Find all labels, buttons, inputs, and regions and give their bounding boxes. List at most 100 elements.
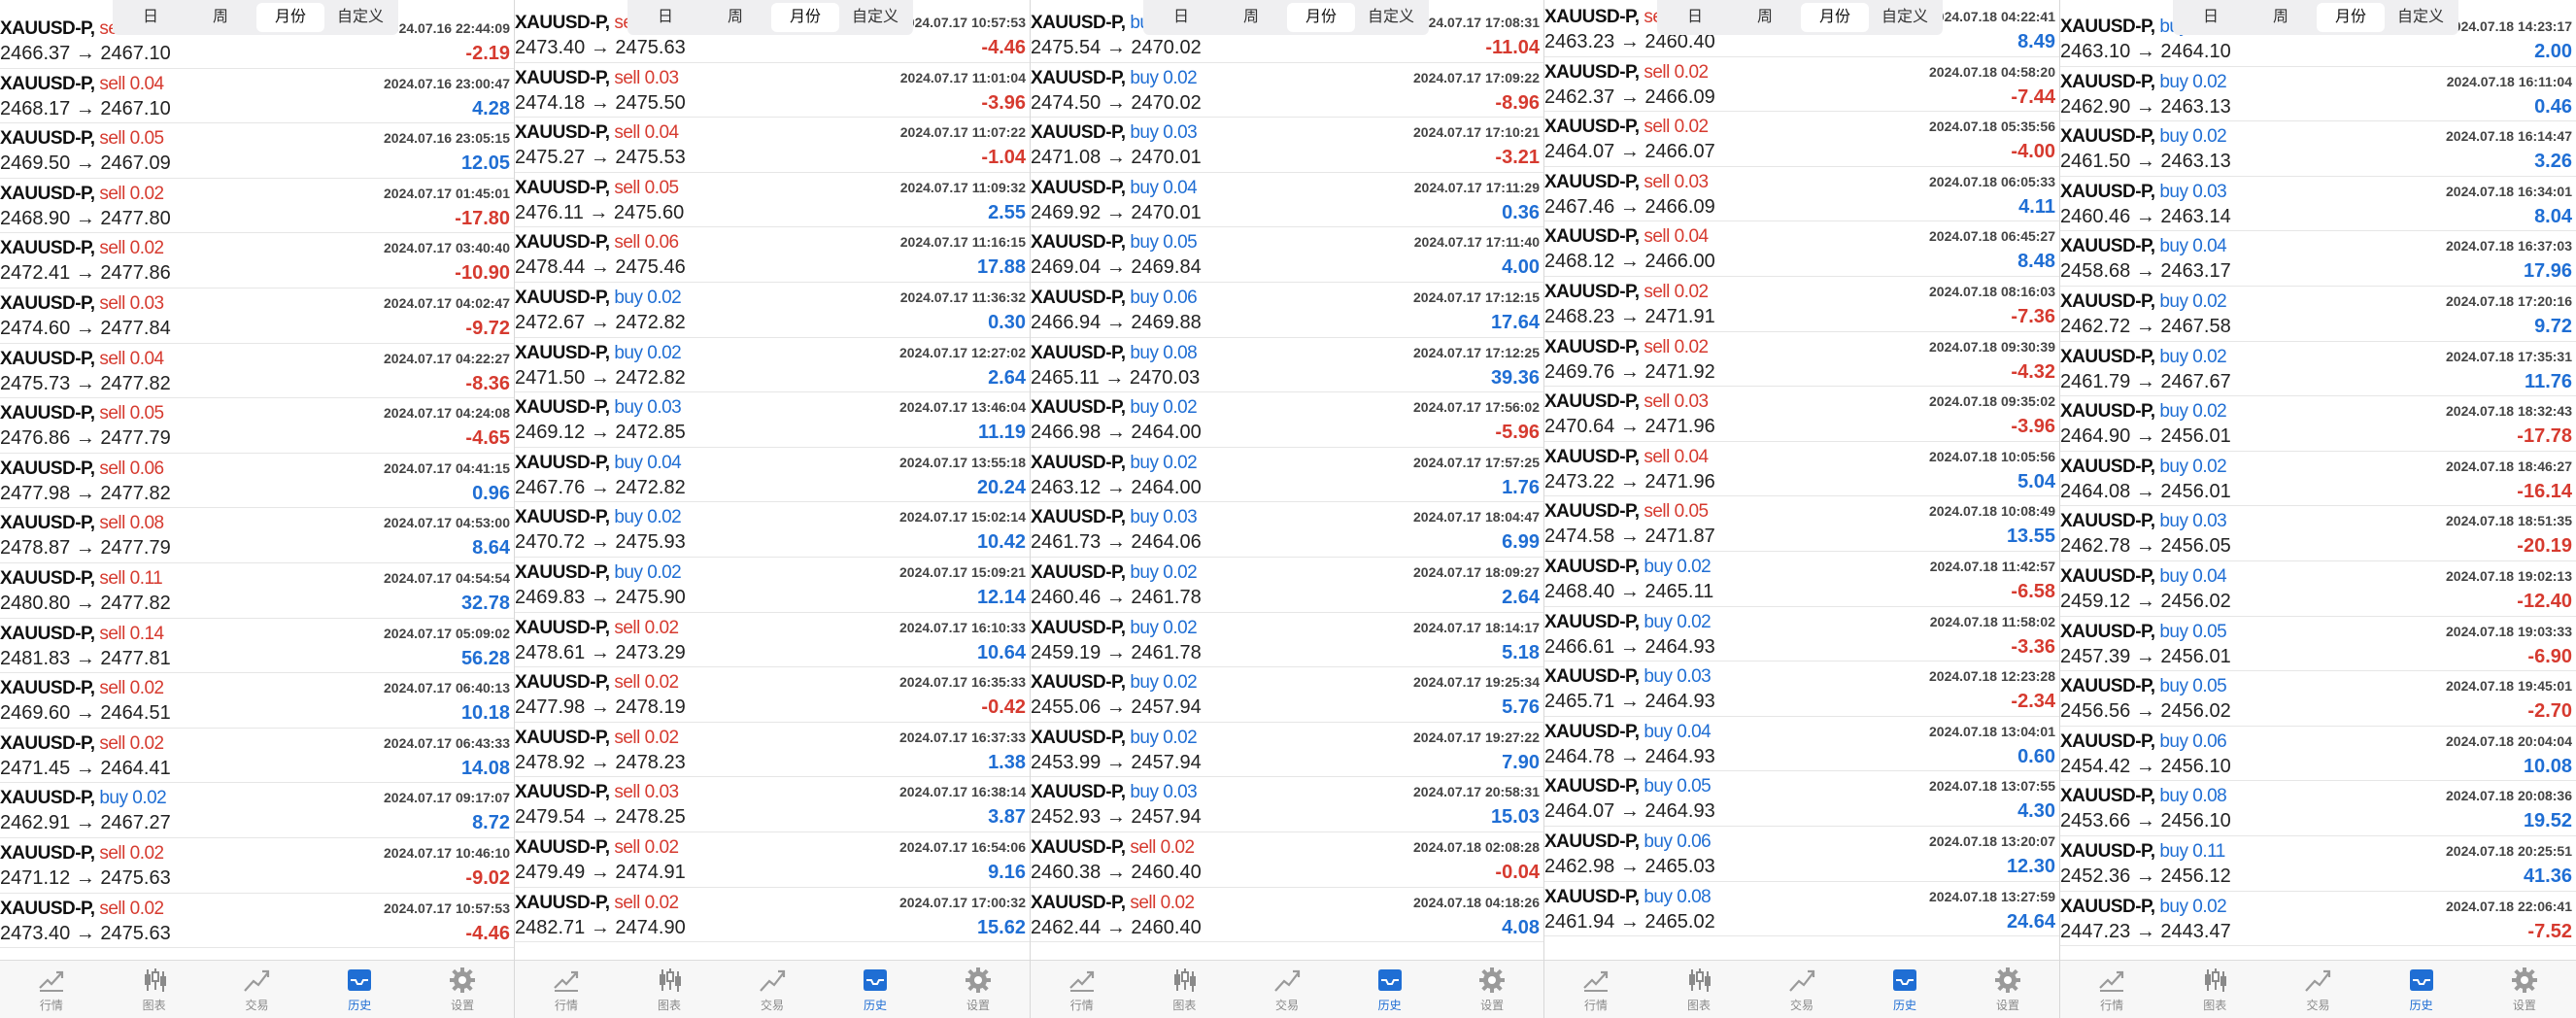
deal-row[interactable]: XAUUSD-P, sell 0.04 2468.12 → 2466.00 2024… (1544, 221, 2059, 277)
deal-row[interactable]: XAUUSD-P, buy 0.02 2462.90 → 2463.13 2024.… (2060, 67, 2576, 122)
deal-row[interactable]: XAUUSD-P, sell 0.06 2478.44 → 2475.46 2024… (515, 227, 1030, 283)
deal-row[interactable]: XAUUSD-P, sell 0.02 2462.37 → 2466.09 2024… (1544, 57, 2059, 113)
period-tab[interactable]: 月份 (1287, 3, 1355, 32)
deal-row[interactable]: XAUUSD-P, buy 0.02 2461.79 → 2467.67 2024.… (2060, 342, 2576, 397)
deal-row[interactable]: XAUUSD-P, sell 0.03 2474.60 → 2477.84 2024… (0, 288, 514, 344)
period-tab[interactable]: 周 (701, 3, 769, 32)
period-tab[interactable]: 周 (1217, 3, 1285, 32)
deal-row[interactable]: XAUUSD-P, sell 0.05 2476.11 → 2475.60 2024… (515, 173, 1030, 228)
nav-item[interactable]: 图表 (2171, 961, 2258, 1018)
deal-list[interactable]: XAUUSD-P, sell 0.03 2466.37 → 2467.10 2024… (0, 0, 514, 960)
deal-row[interactable]: XAUUSD-P, sell 0.03 2479.54 → 2478.25 2024… (515, 777, 1030, 832)
period-tab[interactable]: 日 (1147, 3, 1215, 32)
deal-row[interactable]: XAUUSD-P, sell 0.02 2468.90 → 2477.80 2024… (0, 179, 514, 234)
deal-row[interactable]: XAUUSD-P, buy 0.03 2469.12 → 2472.85 2024.… (515, 392, 1030, 448)
deal-row[interactable]: XAUUSD-P, buy 0.02 2466.61 → 2464.93 2024.… (1544, 607, 2059, 662)
deal-row[interactable]: XAUUSD-P, buy 0.02 2466.98 → 2464.00 2024.… (1031, 392, 1543, 448)
period-tab[interactable]: 日 (117, 3, 185, 32)
period-tab[interactable]: 日 (1661, 3, 1729, 32)
deal-row[interactable]: XAUUSD-P, sell 0.08 2478.87 → 2477.79 2024… (0, 508, 514, 563)
nav-item[interactable]: 行情 (8, 961, 95, 1018)
deal-row[interactable]: XAUUSD-P, buy 0.03 2461.73 → 2464.06 2024.… (1031, 502, 1543, 558)
deal-row[interactable]: XAUUSD-P, buy 0.02 2453.99 → 2457.94 2024.… (1031, 723, 1543, 778)
deal-row[interactable]: XAUUSD-P, buy 0.03 2465.71 → 2464.93 2024.… (1544, 662, 2059, 717)
nav-item[interactable]: 设置 (419, 961, 506, 1018)
deal-row[interactable]: XAUUSD-P, buy 0.04 2469.92 → 2470.01 2024.… (1031, 173, 1543, 228)
deal-row[interactable]: XAUUSD-P, sell 0.11 2480.80 → 2477.82 2024… (0, 563, 514, 619)
period-tab[interactable]: 日 (2177, 3, 2245, 32)
nav-item[interactable]: 交易 (729, 961, 816, 1018)
nav-item[interactable]: 设置 (1964, 961, 2051, 1018)
deal-row[interactable]: XAUUSD-P, buy 0.04 2459.12 → 2456.02 2024.… (2060, 561, 2576, 617)
deal-row[interactable]: XAUUSD-P, sell 0.02 2469.60 → 2464.51 2024… (0, 673, 514, 729)
deal-row[interactable]: XAUUSD-P, buy 0.11 2452.36 → 2456.12 2024.… (2060, 836, 2576, 892)
deal-row[interactable]: XAUUSD-P, buy 0.06 2462.98 → 2465.03 2024.… (1544, 827, 2059, 882)
deal-row[interactable]: XAUUSD-P, buy 0.05 2456.56 → 2456.02 2024.… (2060, 671, 2576, 727)
deal-row[interactable]: XAUUSD-P, buy 0.03 2452.93 → 2457.94 2024.… (1031, 777, 1543, 832)
deal-row[interactable]: XAUUSD-P, sell 0.02 2472.41 → 2477.86 2024… (0, 233, 514, 288)
deal-row[interactable]: XAUUSD-P, buy 0.02 2470.72 → 2475.93 2024.… (515, 502, 1030, 558)
deal-row[interactable]: XAUUSD-P, sell 0.02 2468.23 → 2471.91 2024… (1544, 277, 2059, 332)
period-tab[interactable]: 自定义 (1871, 3, 1939, 32)
deal-row[interactable]: XAUUSD-P, sell 0.02 2460.38 → 2460.40 2024… (1031, 832, 1543, 888)
deal-row[interactable]: XAUUSD-P, buy 0.03 2471.08 → 2470.01 2024.… (1031, 118, 1543, 173)
deal-row[interactable]: XAUUSD-P, sell 0.02 2469.76 → 2471.92 2024… (1544, 332, 2059, 388)
deal-row[interactable]: XAUUSD-P, sell 0.06 2477.98 → 2477.82 2024… (0, 454, 514, 509)
period-tab[interactable]: 日 (631, 3, 699, 32)
nav-item[interactable]: 交易 (213, 961, 300, 1018)
deal-row[interactable]: XAUUSD-P, buy 0.06 2454.42 → 2456.10 2024.… (2060, 727, 2576, 782)
deal-list[interactable]: XAUUSD-P, sell 0.02 2473.40 → 2475.63 2024… (515, 0, 1030, 960)
period-tab[interactable]: 自定义 (1357, 3, 1425, 32)
nav-item[interactable]: 图表 (1655, 961, 1743, 1018)
deal-row[interactable]: XAUUSD-P, sell 0.04 2468.17 → 2467.10 2024… (0, 69, 514, 124)
deal-row[interactable]: XAUUSD-P, buy 0.08 2461.94 → 2465.02 2024.… (1544, 882, 2059, 937)
deal-row[interactable]: XAUUSD-P, buy 0.02 2462.72 → 2467.58 2024.… (2060, 287, 2576, 342)
deal-row[interactable]: XAUUSD-P, sell 0.02 2478.61 → 2473.29 2024… (515, 613, 1030, 668)
deal-row[interactable]: XAUUSD-P, sell 0.05 2469.50 → 2467.09 2024… (0, 123, 514, 179)
deal-row[interactable]: XAUUSD-P, buy 0.02 2460.46 → 2461.78 2024.… (1031, 558, 1543, 613)
deal-row[interactable]: XAUUSD-P, buy 0.05 2464.07 → 2464.93 2024.… (1544, 771, 2059, 827)
nav-item[interactable]: 历史 (2378, 961, 2465, 1018)
deal-row[interactable]: XAUUSD-P, buy 0.04 2458.68 → 2463.17 2024.… (2060, 231, 2576, 287)
deal-row[interactable]: XAUUSD-P, buy 0.08 2465.11 → 2470.03 2024.… (1031, 338, 1543, 393)
deal-row[interactable]: XAUUSD-P, buy 0.02 2469.83 → 2475.90 2024.… (515, 558, 1030, 613)
deal-row[interactable]: XAUUSD-P, buy 0.03 2462.78 → 2456.05 2024.… (2060, 506, 2576, 561)
deal-row[interactable]: XAUUSD-P, sell 0.02 2478.92 → 2478.23 2024… (515, 723, 1030, 778)
deal-row[interactable]: XAUUSD-P, buy 0.02 2472.67 → 2472.82 2024.… (515, 283, 1030, 338)
deal-row[interactable]: XAUUSD-P, buy 0.02 2459.19 → 2461.78 2024.… (1031, 613, 1543, 668)
nav-item[interactable]: 图表 (1140, 961, 1228, 1018)
deal-row[interactable]: XAUUSD-P, sell 0.05 2474.58 → 2471.87 2024… (1544, 496, 2059, 552)
nav-item[interactable]: 设置 (934, 961, 1022, 1018)
nav-item[interactable]: 行情 (1038, 961, 1126, 1018)
period-tab[interactable]: 自定义 (2387, 3, 2455, 32)
nav-item[interactable]: 图表 (111, 961, 198, 1018)
deal-row[interactable]: XAUUSD-P, sell 0.04 2475.27 → 2475.53 2024… (515, 118, 1030, 173)
deal-row[interactable]: XAUUSD-P, sell 0.04 2473.22 → 2471.96 2024… (1544, 442, 2059, 497)
deal-row[interactable]: XAUUSD-P, sell 0.03 2470.64 → 2471.96 2024… (1544, 387, 2059, 442)
period-tab[interactable]: 自定义 (841, 3, 909, 32)
deal-row[interactable]: XAUUSD-P, buy 0.05 2469.04 → 2469.84 2024.… (1031, 227, 1543, 283)
deal-row[interactable]: XAUUSD-P, sell 0.14 2481.83 → 2477.81 2024… (0, 619, 514, 674)
nav-item[interactable]: 设置 (2481, 961, 2568, 1018)
period-tab[interactable]: 周 (1731, 3, 1799, 32)
deal-row[interactable]: XAUUSD-P, sell 0.03 2474.18 → 2475.50 2024… (515, 63, 1030, 119)
deal-row[interactable]: XAUUSD-P, buy 0.02 2468.40 → 2465.11 2024.… (1544, 552, 2059, 607)
deal-row[interactable]: XAUUSD-P, sell 0.04 2475.73 → 2477.82 2024… (0, 344, 514, 399)
nav-item[interactable]: 交易 (2274, 961, 2361, 1018)
deal-row[interactable]: XAUUSD-P, buy 0.02 2471.50 → 2472.82 2024.… (515, 338, 1030, 393)
deal-row[interactable]: XAUUSD-P, sell 0.02 2471.12 → 2475.63 2024… (0, 838, 514, 894)
period-tab[interactable]: 周 (186, 3, 254, 32)
nav-item[interactable]: 交易 (1758, 961, 1846, 1018)
deal-row[interactable]: XAUUSD-P, buy 0.02 2455.06 → 2457.94 2024.… (1031, 667, 1543, 723)
nav-item[interactable]: 行情 (2068, 961, 2155, 1018)
deal-row[interactable]: XAUUSD-P, sell 0.02 2464.07 → 2466.07 2024… (1544, 112, 2059, 167)
deal-row[interactable]: XAUUSD-P, buy 0.02 2474.50 → 2470.02 2024.… (1031, 63, 1543, 119)
nav-item[interactable]: 图表 (626, 961, 713, 1018)
nav-item[interactable]: 行情 (523, 961, 610, 1018)
period-tab[interactable]: 周 (2247, 3, 2315, 32)
deal-list[interactable]: XAUUSD-P, sell 0.032463.23 → 2460.402024… (1544, 0, 2059, 960)
deal-row[interactable]: XAUUSD-P, sell 0.02 2462.44 → 2460.40 2024… (1031, 888, 1543, 943)
deal-row[interactable]: XAUUSD-P, buy 0.04 2464.78 → 2464.93 2024.… (1544, 717, 2059, 772)
deal-row[interactable]: XAUUSD-P, sell 0.02 2471.45 → 2464.41 2024… (0, 729, 514, 784)
deal-row[interactable]: XAUUSD-P, sell 0.05 2476.86 → 2477.79 2024… (0, 398, 514, 454)
